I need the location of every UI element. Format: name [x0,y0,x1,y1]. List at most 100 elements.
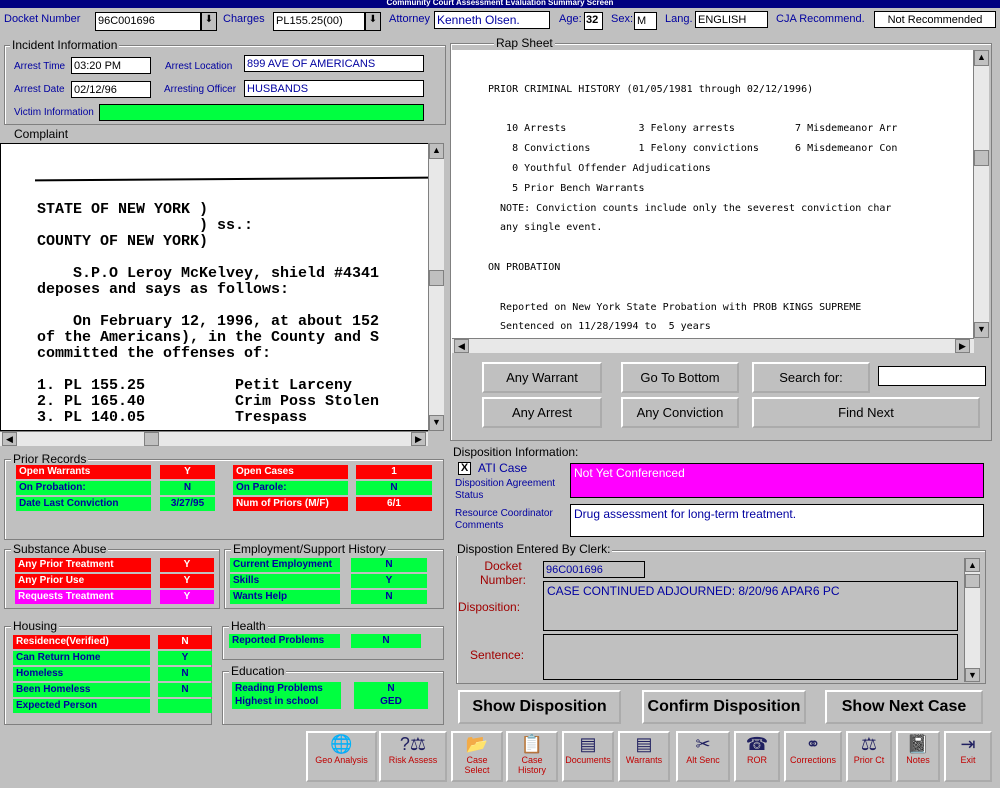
attorney-label: Attorney [389,13,430,25]
scroll-thumb[interactable] [974,150,989,166]
prior-left-2-value[interactable]: 3/27/95 [160,497,215,511]
phone-icon: ☎ [745,734,769,754]
housing-0-value[interactable]: N [158,635,212,649]
prior-records-title: Prior Records [11,452,89,466]
substance-0-value[interactable]: Y [160,558,214,572]
ror-toolbar-button[interactable]: ☎ ROR [734,731,780,782]
complaint-vscroll[interactable]: ▲ ▼ [428,143,444,431]
arresting-officer-field[interactable]: HUSBANDS [244,80,424,97]
arrest-date-field[interactable]: 02/12/96 [71,81,151,98]
education-0-value[interactable]: N [354,682,428,696]
exit-toolbar-button[interactable]: ⇥ Exit [944,731,992,782]
prior-right-1-value[interactable]: N [356,481,432,495]
docket-field[interactable]: 96C001696 [95,12,201,31]
substance-title: Substance Abuse [11,542,109,556]
sex-label: Sex: [611,13,634,25]
charges-label: Charges [223,13,265,25]
search-for-button[interactable]: Search for: [752,362,870,393]
scroll-thumb[interactable] [429,270,444,286]
complaint-hscroll[interactable]: ◀ ▶ [0,431,428,446]
ati-checkbox[interactable]: X [458,462,471,475]
show-disposition-button[interactable]: Show Disposition [458,690,621,724]
risk-assess-toolbar-button[interactable]: ?⚖ Risk Assess [379,731,447,782]
scroll-left-icon[interactable]: ◀ [2,432,17,446]
prior-right-0-value[interactable]: 1 [356,465,432,479]
scroll-up-icon[interactable]: ▲ [429,143,444,159]
confirm-disposition-button[interactable]: Confirm Disposition [642,690,806,724]
employment-0-value[interactable]: N [351,558,427,572]
history-icon: 📋 [520,734,544,754]
housing-3-value[interactable]: N [158,683,212,697]
complaint-text: STATE OF NEW YORK ) ) ss.: COUNTY OF NEW… [37,201,380,426]
corrections-toolbar-button[interactable]: ⚭ Corrections [784,731,842,782]
substance-2-label: Requests Treatment [15,590,151,604]
age-label: Age: [559,13,582,25]
clerk-vscroll[interactable]: ▲ ▼ [964,558,980,682]
employment-title: Employment/Support History [231,542,388,556]
case-history-toolbar-button[interactable]: 📋 Case History [506,731,558,782]
rc-comments-field[interactable]: Drug assessment for long-term treatment. [570,504,984,537]
scroll-up-icon[interactable]: ▲ [965,558,980,572]
scroll-up-icon[interactable]: ▲ [974,50,989,66]
employment-2-value[interactable]: N [351,590,427,604]
any-warrant-button[interactable]: Any Warrant [482,362,602,393]
scroll-down-icon[interactable]: ▼ [965,668,980,682]
alt-senc-toolbar-button[interactable]: ✂ Alt Senc [676,731,730,782]
case-select-toolbar-button[interactable]: 📂 Case Select [451,731,503,782]
clerk-title: Dispostion Entered By Clerk: [455,542,613,556]
victim-field[interactable] [99,104,424,121]
housing-4-value[interactable] [158,699,212,713]
any-arrest-button[interactable]: Any Arrest [482,397,602,428]
scroll-right-icon[interactable]: ▶ [955,339,970,353]
arrest-location-field[interactable]: 899 AVE OF AMERICANS [244,55,424,72]
warrants-icon: ▤ [635,734,653,754]
prior-ct-toolbar-button[interactable]: ⚖ Prior Ct [846,731,892,782]
notes-toolbar-button[interactable]: 📓 Notes [896,731,940,782]
prior-left-1-value[interactable]: N [160,481,215,495]
any-conviction-button[interactable]: Any Conviction [621,397,739,428]
scroll-right-icon[interactable]: ▶ [411,432,426,446]
prior-right-2-value[interactable]: 6/1 [356,497,432,511]
toolbar-label: Risk Assess [388,755,438,765]
toolbar-label: Prior Ct [853,755,885,765]
prior-left-2-label: Date Last Conviction [16,497,151,511]
find-next-button[interactable]: Find Next [752,397,980,428]
scroll-left-icon[interactable]: ◀ [454,339,469,353]
lang-field[interactable]: ENGLISH [695,11,768,28]
rap-hscroll[interactable]: ◀ ▶ [452,338,974,353]
substance-1-value[interactable]: Y [160,574,214,588]
health-0-value[interactable]: N [351,634,421,648]
housing-1-value[interactable]: Y [158,651,212,665]
geo-analysis-toolbar-button[interactable]: 🌐 Geo Analysis [306,731,377,782]
ati-label: ATI Case [478,461,528,475]
rap-vscroll[interactable]: ▲ ▼ [973,50,989,338]
warrants-toolbar-button[interactable]: ▤ Warrants [618,731,670,782]
docket-dropdown-icon[interactable]: ⬇ [201,12,217,31]
search-input[interactable] [878,366,986,386]
scroll-down-icon[interactable]: ▼ [429,415,444,431]
arrest-time-field[interactable]: 03:20 PM [71,57,151,74]
scroll-down-icon[interactable]: ▼ [974,322,989,338]
agreement-status-field[interactable]: Not Yet Conferenced [570,463,984,498]
sex-field[interactable]: M [634,12,657,30]
housing-2-value[interactable]: N [158,667,212,681]
attorney-field[interactable]: Kenneth Olsen. [434,11,550,29]
age-field[interactable]: 32 [584,12,603,30]
go-to-bottom-button[interactable]: Go To Bottom [621,362,739,393]
housing-3-label: Been Homeless [13,683,150,697]
cja-recommend-field[interactable]: Not Recommended [874,11,996,28]
housing-title: Housing [11,619,60,633]
charges-dropdown-icon[interactable]: ⬇ [365,12,381,31]
prior-right-2-label: Num of Priors (M/F) [233,497,348,511]
prior-left-0-value[interactable]: Y [160,465,215,479]
clerk-docket-field: 96C001696 [543,561,645,578]
documents-toolbar-button[interactable]: ▤ Documents [562,731,614,782]
education-1-value[interactable]: GED [354,695,428,709]
scroll-thumb[interactable] [965,574,980,588]
show-next-case-button[interactable]: Show Next Case [825,690,983,724]
charges-field[interactable]: PL155.25(00) [273,12,365,31]
substance-2-value[interactable]: Y [160,590,214,604]
employment-1-label: Skills [230,574,340,588]
employment-1-value[interactable]: Y [351,574,427,588]
scroll-hthumb[interactable] [144,432,159,446]
